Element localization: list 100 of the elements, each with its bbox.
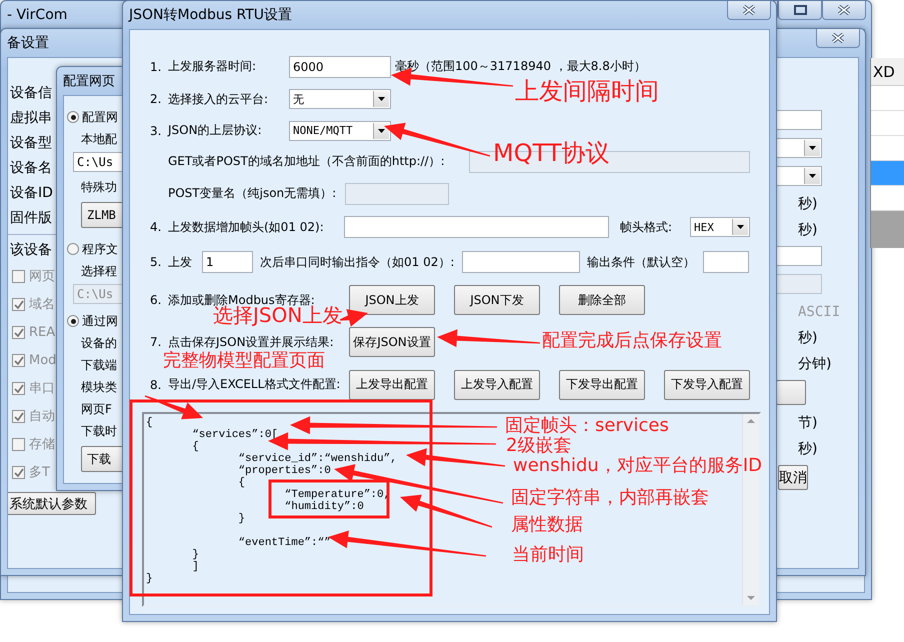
cancel-button[interactable]: 取消 [778, 465, 808, 490]
annotation-label: wenshidu，对应平台的服务ID [513, 456, 762, 476]
field-label: 导出/导入EXCELL格式文件配置: [168, 376, 342, 394]
action-button[interactable]: JSON下发 [454, 285, 540, 316]
json-line: “service_id”:“wenshidu”, [237, 453, 397, 465]
json-line: { [237, 477, 246, 489]
radio-option[interactable]: 通过网 [67, 310, 118, 332]
action-button[interactable]: 删除全部 [559, 285, 645, 316]
interval-field[interactable]: 6000 [289, 56, 391, 78]
json-line: } [191, 549, 199, 561]
input-field[interactable] [776, 110, 822, 130]
field-label: 设备ID [10, 184, 53, 202]
json-line: “Temperature”:0, [284, 489, 390, 501]
platform-dropdown[interactable]: 无 [289, 89, 391, 110]
json-line: ] [191, 561, 199, 573]
field-label: 特殊功 [81, 178, 117, 196]
unit-label: 秒) [797, 330, 818, 346]
maximize-button[interactable] [778, 1, 822, 20]
field-label: 下载端 [81, 356, 117, 374]
action-button[interactable] [776, 380, 806, 405]
action-button[interactable]: 下发导出配置 [559, 370, 645, 400]
field-label: 次后串口同时输出指令（如01 02）: [260, 254, 456, 271]
frame-header-field[interactable] [344, 216, 609, 238]
field-label: 虚拟串 [10, 108, 52, 128]
annotation-label: MQTT协议 [493, 140, 610, 166]
dropdown-arrow-icon [377, 128, 386, 134]
close-icon [837, 5, 851, 15]
step-number: 3. [150, 124, 162, 138]
json-line: “services”:0[ [191, 429, 278, 441]
annotation-label: 配置完成后点保存设置 [542, 331, 722, 351]
close-icon [831, 33, 845, 43]
close-icon [742, 5, 756, 15]
step-number: 7. [150, 335, 162, 349]
check-mark-icon [14, 468, 24, 476]
radio-option[interactable]: 配置网 [67, 106, 118, 128]
command-field[interactable] [462, 251, 580, 274]
count-field[interactable]: 1 [202, 251, 253, 274]
check-mark-icon [14, 356, 24, 364]
field-label: 上发 [168, 254, 193, 271]
field-label: 帧头格式: [620, 218, 674, 236]
save-button[interactable]: 保存JSON设置 [349, 327, 435, 357]
field-label: 下载时 [81, 422, 117, 440]
close-button[interactable] [727, 1, 771, 20]
json-line: } [237, 513, 246, 525]
action-button[interactable]: 上发导入配置 [454, 370, 540, 400]
field-label: 输出条件（默认空） [587, 254, 696, 271]
field-label: 网页F [81, 400, 112, 418]
radio-icon[interactable] [67, 111, 79, 123]
default-params-button[interactable]: 系统默认参数 [8, 492, 96, 515]
dropdown-arrow-icon [808, 145, 817, 151]
field-label: 设备名 [10, 158, 52, 178]
maximize-icon [794, 5, 806, 15]
format-dropdown[interactable]: HEX [690, 217, 750, 238]
unit-label: 秒) [797, 222, 818, 238]
action-button[interactable]: JSON上发 [349, 285, 435, 316]
window-title: JSON转Modbus RTU设置 [129, 6, 292, 24]
field-label: 固件版 [10, 208, 52, 228]
field-label: JSON的上层协议: [168, 122, 263, 139]
annotation-label: 2级嵌套 [506, 436, 572, 456]
radio-icon[interactable] [67, 315, 79, 327]
field-label: 设备型 [10, 134, 52, 152]
annotation-label: 当前时间 [512, 545, 584, 565]
dropdown[interactable] [776, 166, 822, 186]
vertical-scrollbar[interactable] [742, 414, 759, 605]
json-line: { [191, 441, 199, 453]
radio-option[interactable]: 程序文 [67, 238, 118, 260]
action-button[interactable]: 下发导入配置 [664, 370, 750, 400]
dropdown[interactable] [776, 138, 822, 158]
dropdown-arrow-icon [377, 96, 386, 102]
scroll-up-icon [747, 418, 755, 424]
step-number: 2. [150, 92, 162, 106]
condition-field[interactable] [703, 251, 749, 274]
action-button[interactable]: 上发导出配置 [349, 370, 435, 400]
protocol-dropdown[interactable]: NONE/MQTT [289, 120, 391, 140]
unit-label: 秒) [797, 196, 818, 212]
column-header: XD [871, 58, 904, 86]
window-title: - VirCom [7, 7, 68, 23]
field-label: 上发服务器时间: [168, 58, 258, 76]
json-line: “eventTime”:“” [237, 537, 331, 549]
radio-icon[interactable] [67, 243, 79, 255]
check-mark-icon [14, 328, 24, 336]
close-button[interactable] [816, 29, 860, 48]
step-number: 4. [150, 220, 162, 234]
check-mark-icon [14, 300, 24, 308]
step-number: 6. [150, 293, 162, 308]
input-field[interactable] [776, 246, 822, 266]
field-label: 上发数据增加帧头(如01 02): [168, 218, 325, 236]
field-label: 设备的 [81, 334, 117, 352]
json-line: “properties”:0 [237, 465, 331, 477]
field-label: 选择程 [81, 262, 117, 280]
field-label: 点击保存JSON设置并展示结果: [168, 334, 335, 350]
check-mark-icon [14, 384, 24, 392]
field-label: 模块类 [81, 378, 117, 396]
annotation-label: 完整物模型配置页面 [163, 351, 325, 371]
unit-label: 节) [797, 415, 818, 431]
field-label: 本地配 [81, 130, 117, 148]
annotation-label: 固定帧头：services [505, 416, 669, 436]
list-row[interactable] [871, 161, 904, 186]
close-button[interactable] [822, 1, 866, 20]
unit-label: ASCII [797, 304, 842, 320]
